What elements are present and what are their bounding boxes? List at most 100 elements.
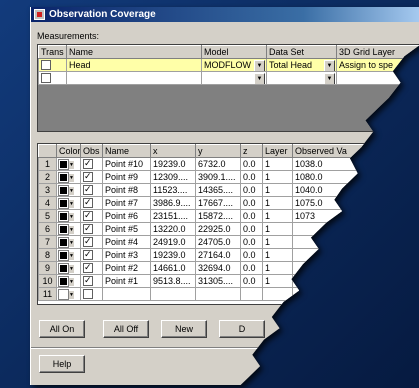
table-row[interactable]: 8 ▼ Point #319239.027164.00.01 (38, 248, 419, 262)
obs-cell[interactable] (80, 235, 103, 249)
layer-cell[interactable]: 1 (262, 196, 293, 210)
grid-layer-cell[interactable]: Assign to spe (336, 58, 419, 72)
row-number[interactable]: 2 (38, 170, 57, 184)
z-cell[interactable]: 0.0 (240, 274, 263, 288)
all-off-button[interactable]: All Off (103, 320, 149, 338)
color-cell[interactable]: ▼ (56, 248, 81, 262)
obs-checkbox[interactable] (83, 185, 93, 196)
row-number[interactable]: 6 (38, 222, 57, 236)
table-row[interactable]: 4 ▼ Point #73986.9....17667....0.011075.0 (38, 196, 419, 210)
z-cell[interactable]: 0.0 (240, 248, 263, 262)
grid-layer-cell[interactable] (336, 71, 419, 85)
z-cell[interactable]: 0.0 (240, 183, 263, 197)
all-on-button[interactable]: All On (39, 320, 85, 338)
col-dataset-header[interactable]: Data Set (266, 45, 337, 59)
color-cell[interactable]: ▼ (56, 261, 81, 275)
chevron-down-icon[interactable]: ▼ (69, 264, 74, 273)
row-number[interactable]: 7 (38, 235, 57, 249)
color-swatch[interactable] (58, 211, 69, 222)
observed-cell[interactable]: 1075.0 (292, 196, 419, 210)
obs-cell[interactable] (80, 183, 103, 197)
z-cell[interactable]: 0.0 (240, 196, 263, 210)
y-cell[interactable]: 22925.0 (195, 222, 241, 236)
model-select[interactable]: ▼ (201, 71, 267, 85)
obs-checkbox[interactable] (83, 224, 93, 235)
color-swatch[interactable] (58, 289, 69, 300)
obs-cell[interactable] (80, 248, 103, 262)
chevron-down-icon[interactable]: ▼ (69, 212, 74, 221)
name-cell[interactable]: Point #10 (102, 157, 151, 171)
corner-header[interactable] (38, 144, 57, 158)
y-cell[interactable]: 15872.... (195, 209, 241, 223)
table-row[interactable]: 10 ▼ Point #19513.8....31305....0.01 (38, 274, 419, 288)
chevron-down-icon[interactable]: ▼ (69, 225, 74, 234)
table-row[interactable]: 7 ▼ Point #424919.024705.00.01 (38, 235, 419, 249)
layer-cell[interactable]: 1 (262, 183, 293, 197)
y-cell[interactable]: 24705.0 (195, 235, 241, 249)
obs-cell[interactable] (80, 222, 103, 236)
observed-cell[interactable] (292, 235, 419, 249)
x-cell[interactable]: 23151.... (150, 209, 196, 223)
y-cell[interactable]: 14365.... (195, 183, 241, 197)
x-cell[interactable]: 19239.0 (150, 248, 196, 262)
trans-checkbox[interactable] (41, 73, 51, 84)
row-number[interactable]: 10 (38, 274, 57, 288)
table-row[interactable]: 1▼Point #1019239.06732.00.011038.0 (38, 157, 419, 171)
y-cell[interactable] (195, 287, 241, 301)
name-cell[interactable]: Point #4 (102, 235, 151, 249)
obs-checkbox[interactable] (83, 198, 93, 209)
dataset-select[interactable]: Total Head ▼ (266, 58, 337, 72)
chevron-down-icon[interactable]: ▼ (254, 60, 265, 71)
trans-cell[interactable] (38, 58, 67, 72)
col-model-header[interactable]: Model (201, 45, 267, 59)
col-grid-layer-header[interactable]: 3D Grid Layer (336, 45, 419, 59)
chevron-down-icon[interactable]: ▼ (69, 251, 74, 260)
chevron-down-icon[interactable]: ▼ (324, 60, 335, 71)
table-row[interactable]: 11 ▼ (38, 287, 419, 301)
layer-cell[interactable]: 1 (262, 274, 293, 288)
layer-cell[interactable]: 1 (262, 209, 293, 223)
x-cell[interactable]: 12309.... (150, 170, 196, 184)
y-cell[interactable]: 6732.0 (195, 157, 241, 171)
col-observed-header[interactable]: Observed Va (292, 144, 419, 158)
obs-checkbox[interactable] (83, 250, 93, 261)
layer-cell[interactable]: 1 (262, 170, 293, 184)
table-row[interactable]: 3 ▼ Point #811523....14365....0.011040.0 (38, 183, 419, 197)
chevron-down-icon[interactable]: ▼ (69, 186, 74, 195)
layer-cell[interactable]: 1 (262, 222, 293, 236)
x-cell[interactable]: 9513.8.... (150, 274, 196, 288)
layer-cell[interactable]: 1 (262, 157, 293, 171)
chevron-down-icon[interactable]: ▼ (69, 277, 74, 286)
name-cell[interactable]: Point #9 (102, 170, 151, 184)
color-cell[interactable]: ▼ (56, 274, 81, 288)
y-cell[interactable]: 27164.0 (195, 248, 241, 262)
z-cell[interactable]: 0.0 (240, 157, 263, 171)
obs-checkbox[interactable] (83, 263, 93, 274)
chevron-down-icon[interactable]: ▼ (324, 73, 335, 84)
new-button[interactable]: New (161, 320, 207, 338)
obs-checkbox[interactable] (83, 289, 93, 300)
row-number[interactable]: 5 (38, 209, 57, 223)
color-swatch[interactable] (58, 237, 69, 248)
obs-cell[interactable] (80, 196, 103, 210)
title-bar[interactable]: Observation Coverage (31, 7, 419, 22)
name-cell[interactable]: Point #1 (102, 274, 151, 288)
trans-cell[interactable] (38, 71, 67, 85)
obs-cell[interactable] (80, 287, 103, 301)
color-cell[interactable]: ▼ (56, 157, 81, 171)
col-layer-header[interactable]: Layer (262, 144, 293, 158)
obs-cell[interactable] (80, 209, 103, 223)
color-cell[interactable]: ▼ (56, 196, 81, 210)
obs-checkbox[interactable] (83, 172, 93, 183)
color-swatch[interactable] (58, 276, 69, 287)
table-row[interactable]: 9 ▼ Point #214661.032694.00.01 (38, 261, 419, 275)
dataset-select[interactable]: ▼ (266, 71, 337, 85)
delete-button[interactable]: D (219, 320, 265, 338)
measurement-row[interactable]: ▼ ▼ (38, 71, 419, 85)
x-cell[interactable]: 14661.0 (150, 261, 196, 275)
table-row[interactable]: 5 ▼ Point #623151....15872....0.011073 (38, 209, 419, 223)
observed-cell[interactable]: 1040.0 (292, 183, 419, 197)
col-name-header[interactable]: Name (102, 144, 151, 158)
name-cell[interactable]: Head (66, 58, 202, 72)
col-name-header[interactable]: Name (66, 45, 202, 59)
